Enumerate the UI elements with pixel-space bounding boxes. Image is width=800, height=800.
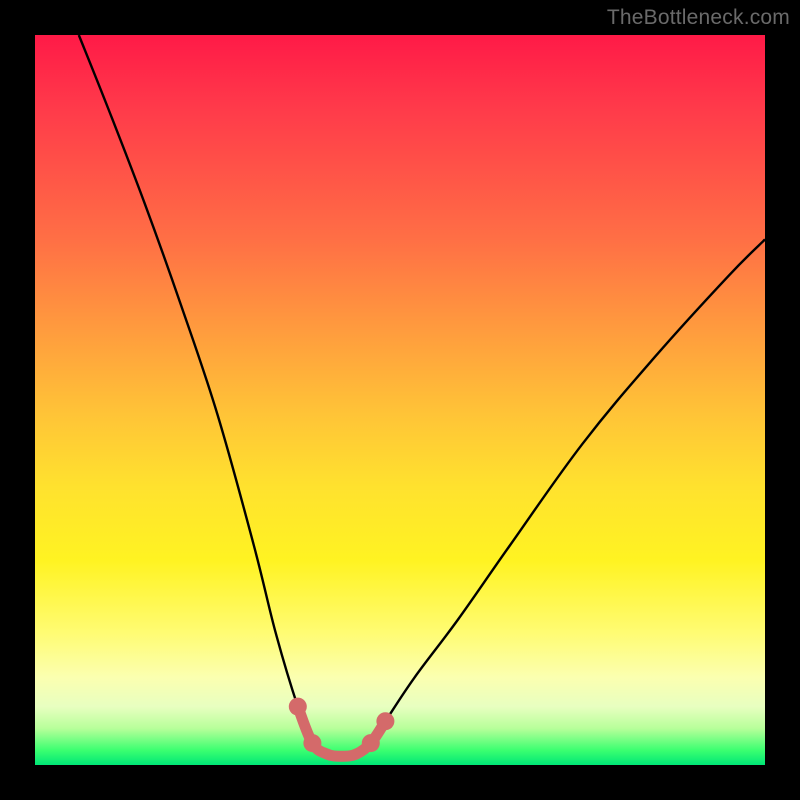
valley-dot (362, 734, 380, 752)
plot-area (35, 35, 765, 765)
valley-dot (376, 712, 394, 730)
chart-frame: TheBottleneck.com (0, 0, 800, 800)
watermark-text: TheBottleneck.com (607, 6, 790, 30)
bottleneck-curve (79, 35, 765, 756)
valley-dot (303, 734, 321, 752)
curve-layer (35, 35, 765, 765)
valley-dot (289, 698, 307, 716)
